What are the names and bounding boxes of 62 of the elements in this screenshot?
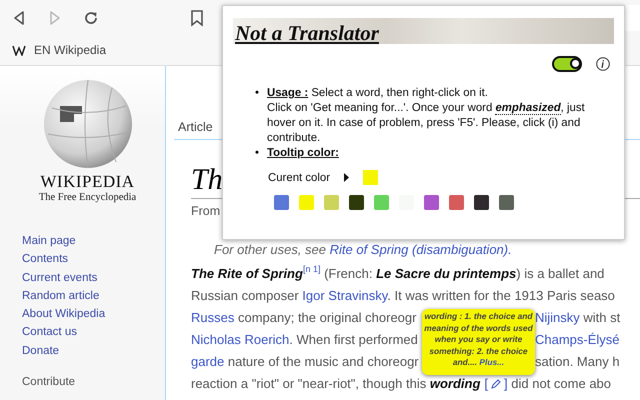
color-swatch[interactable]: [274, 195, 289, 210]
article-text: Russian composer: [191, 288, 300, 303]
article-text: . It was written for the 1913 Paris seaso: [387, 288, 615, 303]
hatnote: For other uses, see Rite of Spring (disambiguation).: [214, 242, 512, 257]
tooltip-color-label: Tooltip color:: [267, 146, 339, 161]
article-subtitle: From: [191, 204, 220, 218]
reload-icon[interactable]: [82, 9, 100, 27]
sidebar-link[interactable]: Main page: [22, 232, 165, 250]
sidebar-heading: Contribute: [22, 376, 76, 388]
article-text: sation. Many h: [535, 354, 620, 369]
sidebar-link[interactable]: Random article: [22, 286, 165, 306]
usage-text: Usage : Select a word, then right-click on it. Click on 'Get meaning for...'. Once your word emphasized, just hover on it. In case of problem, press 'F5'. Please, click (i) and contribute.: [267, 86, 586, 146]
bookmark-icon[interactable]: [190, 9, 204, 27]
info-icon[interactable]: [596, 57, 610, 71]
pencil-icon[interactable]: [491, 379, 502, 389]
edit-link[interactable]: [ ]: [484, 373, 508, 395]
article-text: did not come abo: [510, 376, 612, 391]
color-swatch[interactable]: [299, 195, 314, 210]
pointer-icon: [344, 173, 350, 182]
bold-text: The Rite of Spring: [191, 266, 303, 281]
article-text: company; the original choreogr: [236, 310, 416, 325]
bold-text: Le Sacre du printemps: [376, 266, 516, 281]
article-link[interactable]: Nijinsky: [535, 310, 580, 325]
enable-toggle[interactable]: [552, 56, 582, 72]
article-title: Th: [191, 162, 223, 198]
article-text: nature of the music and choreogr: [226, 354, 419, 369]
article-text: . When first performed: [289, 332, 418, 347]
color-swatch[interactable]: [474, 195, 489, 210]
sidebar-link[interactable]: Current events: [22, 268, 165, 287]
sidebar-link[interactable]: Contact us: [22, 323, 165, 342]
bullet: •: [255, 86, 259, 101]
bullet: •: [255, 146, 259, 161]
bold-text: wording: [430, 376, 480, 391]
article-link[interactable]: Igor Stravinsky: [302, 288, 388, 303]
current-color-label: Curent color: [268, 172, 330, 184]
article-link[interactable]: Russes: [191, 310, 234, 325]
color-swatch[interactable]: [324, 195, 339, 210]
article-text: (French:: [323, 266, 374, 281]
logo-title: WIKIPEDIA: [40, 172, 135, 192]
article-text: with st: [582, 310, 620, 325]
color-swatch[interactable]: [349, 195, 364, 210]
article-link[interactable]: Nicholas Roerich: [191, 332, 290, 347]
bookmark-link[interactable]: EN Wikipedia: [8, 41, 110, 59]
footnote-link[interactable]: [n 1]: [302, 264, 320, 274]
article-text: reaction a "riot" or "near-riot", though this: [191, 376, 428, 391]
disambiguation-link[interactable]: Rite of Spring (disambiguation).: [330, 242, 512, 257]
sidebar-link[interactable]: Donate: [22, 342, 165, 360]
wikipedia-w-icon: [12, 44, 26, 56]
color-swatch[interactable]: [374, 195, 389, 210]
article-link[interactable]: garde: [191, 354, 224, 369]
more-link[interactable]: Plus...: [479, 357, 504, 367]
definition-tooltip: wording : 1. the choice and meaning of the words used when you say or write something: 2. the choice and.... Plus...: [422, 309, 535, 375]
color-swatch[interactable]: [449, 195, 464, 210]
color-swatch[interactable]: [499, 195, 514, 210]
article-tab[interactable]: Article: [174, 66, 217, 139]
popup-title: Not a Translator: [234, 22, 379, 44]
article-link[interactable]: Champs-Élysé: [535, 332, 620, 347]
logo-tagline: The Free Encyclopedia: [38, 192, 136, 203]
sidebar-link[interactable]: About Wikipedia: [22, 305, 165, 324]
color-swatch[interactable]: [424, 195, 439, 210]
article-text: ) is a ballet and: [516, 266, 604, 281]
sidebar-link[interactable]: Contents: [22, 250, 165, 269]
